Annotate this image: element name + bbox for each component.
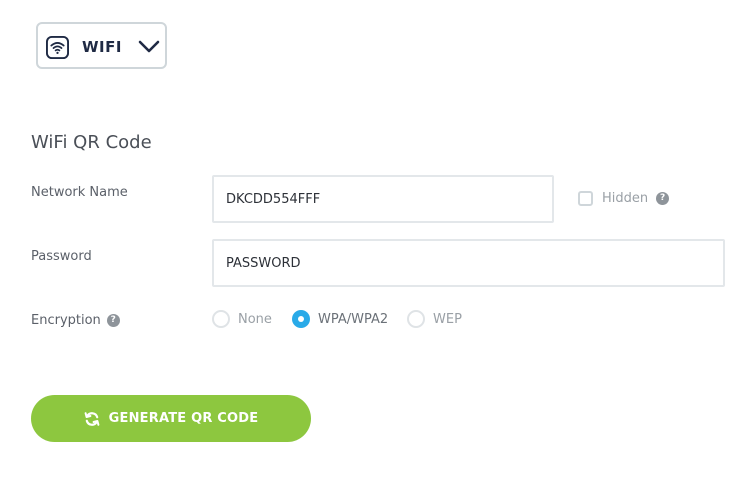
encryption-label-row: Encryption ? [31, 313, 120, 328]
hidden-label: Hidden [602, 191, 649, 206]
refresh-icon [84, 411, 100, 426]
radio-none-circle[interactable] [212, 310, 230, 328]
radio-none-label: None [238, 311, 272, 327]
hidden-help-icon[interactable]: ? [656, 192, 670, 205]
wifi-icon [46, 36, 69, 59]
chevron-down-icon [138, 40, 160, 53]
password-label: Password [31, 249, 92, 264]
hidden-checkbox-box[interactable] [578, 191, 593, 206]
network-name-label: Network Name [31, 185, 128, 200]
generate-qr-label: GENERATE QR CODE [108, 411, 259, 426]
encryption-option-wep[interactable]: WEP [407, 310, 462, 328]
radio-wep-circle[interactable] [407, 310, 425, 328]
encryption-help-icon[interactable]: ? [106, 314, 120, 327]
network-name-input[interactable] [212, 175, 554, 223]
radio-wep-label: WEP [433, 311, 462, 327]
encryption-option-wpa[interactable]: WPA/WPA2 [292, 310, 388, 328]
radio-wpa-label: WPA/WPA2 [318, 311, 389, 327]
encryption-option-none[interactable]: None [212, 310, 272, 328]
encryption-label: Encryption [31, 313, 101, 328]
qr-type-label: WIFI [82, 38, 122, 56]
password-input[interactable] [212, 239, 725, 287]
section-title: WiFi QR Code [31, 132, 152, 153]
qr-type-dropdown[interactable]: WIFI [36, 22, 167, 69]
hidden-checkbox[interactable]: Hidden ? [578, 191, 670, 206]
generate-qr-button[interactable]: GENERATE QR CODE [31, 395, 311, 442]
radio-wpa-circle[interactable] [292, 310, 310, 328]
